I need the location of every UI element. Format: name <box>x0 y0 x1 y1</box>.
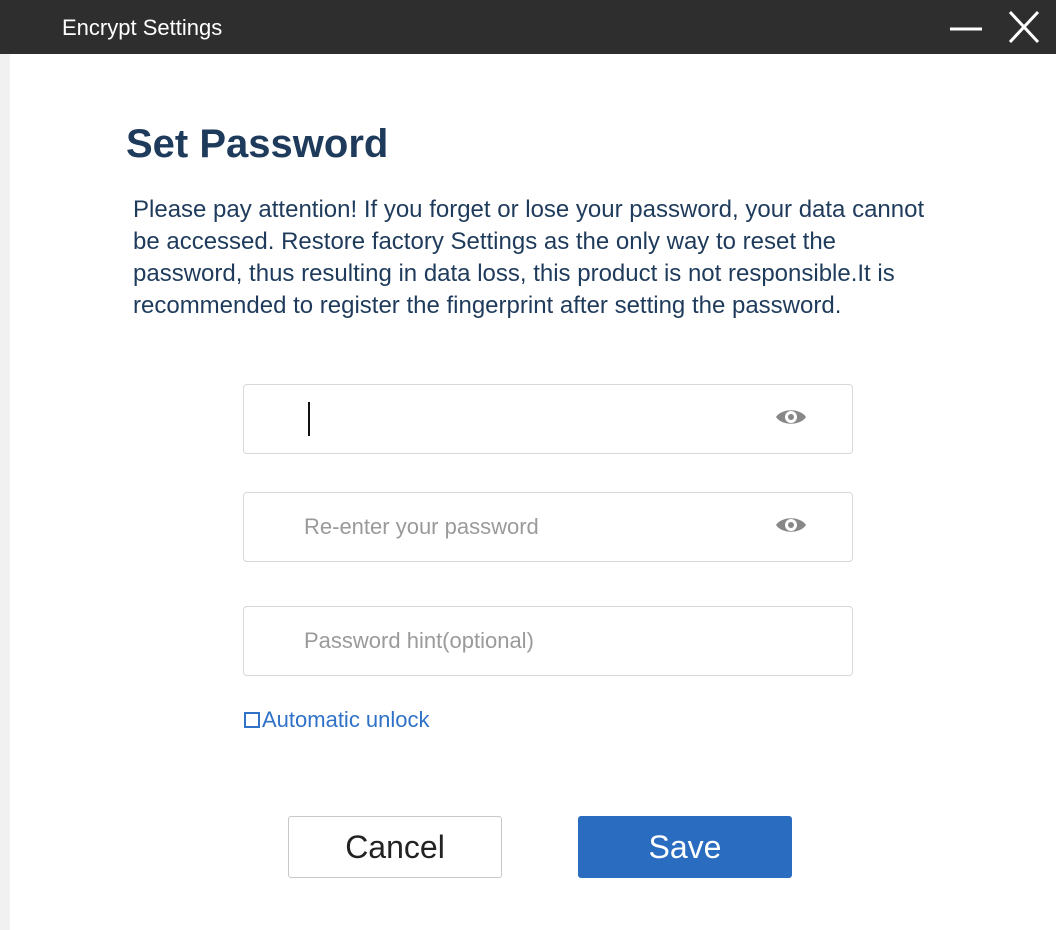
text-caret <box>308 402 310 436</box>
confirm-password-field[interactable] <box>243 492 853 562</box>
minimize-icon <box>950 27 982 31</box>
eye-icon[interactable] <box>774 405 808 429</box>
save-button[interactable]: Save <box>578 816 792 878</box>
page-title: Set Password <box>126 122 389 166</box>
minimize-button[interactable] <box>944 8 988 48</box>
password-hint-field[interactable] <box>243 606 853 676</box>
window-title: Encrypt Settings <box>62 15 223 40</box>
password-hint-input[interactable] <box>304 619 774 663</box>
eye-icon[interactable] <box>774 513 808 537</box>
cancel-button[interactable]: Cancel <box>288 816 502 878</box>
password-input[interactable] <box>304 397 774 441</box>
close-icon <box>1008 10 1040 44</box>
automatic-unlock-checkbox[interactable] <box>244 712 260 728</box>
warning-notice: Please pay attention! If you forget or l… <box>133 196 925 319</box>
encrypt-settings-window: Encrypt Settings Set Password Please pay… <box>0 0 1056 930</box>
close-button[interactable] <box>1002 8 1046 48</box>
automatic-unlock-label[interactable]: Automatic unlock <box>262 706 430 734</box>
automatic-unlock-option[interactable]: Automatic unlock <box>244 706 430 734</box>
window-left-edge <box>0 54 10 930</box>
confirm-password-input[interactable] <box>304 505 774 549</box>
title-bar: Encrypt Settings <box>0 0 1056 54</box>
password-field[interactable] <box>243 384 853 454</box>
